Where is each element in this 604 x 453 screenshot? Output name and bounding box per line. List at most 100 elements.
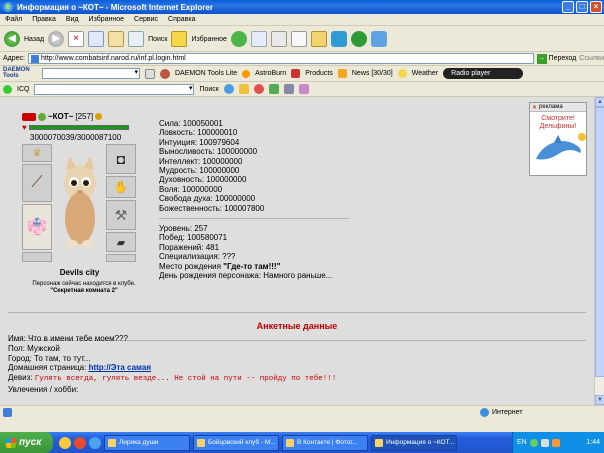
menu-file[interactable]: Файл — [5, 16, 22, 23]
minimize-button[interactable]: _ — [562, 1, 574, 13]
boots-icon: ▰ — [116, 236, 126, 249]
quick-launch-icon-3[interactable] — [89, 436, 101, 449]
home-icon[interactable] — [108, 31, 125, 47]
task-info-kot[interactable]: Информация о ~КОТ... — [371, 434, 457, 451]
menu-edit[interactable]: Правка — [32, 16, 56, 23]
daemon-search-combo[interactable] — [42, 68, 140, 79]
status-bar: Интернет — [0, 405, 604, 418]
hp-row: ♥ — [22, 123, 146, 132]
language-indicator[interactable]: EN — [517, 439, 527, 446]
slot-gloves[interactable]: ✋ — [106, 176, 136, 198]
favorites-icon[interactable] — [171, 31, 188, 47]
scroll-down-icon[interactable]: ▼ — [595, 395, 604, 405]
icq-extra-icon[interactable] — [298, 84, 309, 94]
birthplace-value: "Где-то там!!!" — [223, 261, 281, 271]
tray-icon-2[interactable] — [540, 438, 549, 447]
address-input[interactable]: http://www.combatsinf.narod.ru/inf.pl.lo… — [27, 53, 534, 64]
robe-icon: 👘 — [27, 219, 47, 236]
quick-launch-icon-2[interactable] — [74, 436, 86, 449]
slot-shield[interactable]: ⚒ — [106, 200, 136, 230]
start-label: пуск — [19, 437, 42, 448]
menu-view[interactable]: Вид — [66, 16, 79, 23]
task-vkontakte[interactable]: В Контакте | Фотог... — [282, 434, 368, 451]
menu-help[interactable]: Справка — [168, 16, 195, 23]
maximize-button[interactable]: □ — [576, 1, 588, 13]
icq-music-icon[interactable] — [283, 84, 294, 94]
taskbar: пуск Лирика души Бойцовский клуб - М... … — [0, 432, 604, 453]
icq-people-icon[interactable] — [223, 84, 234, 94]
menu-tools[interactable]: Сервис — [134, 16, 158, 23]
forward-icon[interactable]: ▶ — [48, 31, 65, 47]
task-combats[interactable]: Бойцовский клуб - М... — [193, 434, 279, 451]
slot-armor[interactable]: 👘 — [22, 204, 52, 250]
club-line-1: Персонаж сейчас находится в клубе. — [32, 281, 136, 287]
slot-weapon[interactable]: ⟋ — [22, 164, 52, 202]
clock: 1:44 — [586, 439, 600, 446]
tray-icon-3[interactable] — [551, 438, 560, 447]
icq-alert-icon[interactable] — [253, 84, 264, 94]
daemon-tools-lite-button[interactable]: DAEMON Tools Lite — [175, 70, 237, 77]
favorites-button[interactable]: Избранное — [191, 36, 226, 43]
stat-strength: Сила: 100050001 — [159, 119, 223, 128]
quick-launch-icon-1[interactable] — [59, 436, 71, 449]
homepage-link[interactable]: http://Эта самая — [89, 363, 151, 372]
radio-player[interactable]: Radio player — [443, 68, 524, 79]
tray-icon-1[interactable] — [529, 438, 538, 447]
vertical-scrollbar[interactable]: ▲ ▼ — [594, 97, 604, 405]
media-icon[interactable] — [230, 31, 247, 47]
refresh-icon[interactable] — [88, 31, 105, 47]
stop-icon[interactable]: × — [68, 31, 85, 47]
print-icon[interactable] — [270, 31, 287, 47]
search-button[interactable]: Поиск — [148, 36, 167, 43]
links-label[interactable]: Ссылки — [579, 55, 604, 62]
clover-icon[interactable] — [350, 31, 367, 47]
search-icon[interactable] — [128, 31, 145, 47]
globe-icon — [480, 408, 489, 417]
character-panel: ~КОТ~ [257] ♥ 3000070039/3000087100 ♛ ⟋ … — [22, 112, 146, 295]
daemon-icon — [160, 68, 170, 79]
go-button[interactable]: → Переход — [536, 53, 576, 64]
mail-icon[interactable] — [250, 31, 267, 47]
motto-text: Гулять всегда, гулять везде... Не стой н… — [34, 375, 337, 384]
icq-search-combo[interactable] — [34, 83, 195, 95]
icq-flower-icon — [3, 84, 12, 94]
icq-search-button[interactable]: Поиск — [199, 86, 218, 93]
stat-wisdom: Мудрость: 100000000 — [159, 166, 240, 176]
slot-earring[interactable]: ♛ — [22, 144, 52, 162]
stats-divider — [159, 218, 349, 220]
scroll-thumb[interactable] — [595, 107, 604, 377]
products-button[interactable]: Products — [305, 70, 333, 77]
info-wins: Побед: 100580071 — [159, 233, 228, 243]
slot-helmet[interactable]: ◘ — [106, 144, 136, 174]
weather-button[interactable]: Weather — [412, 70, 438, 77]
icq-mail-icon[interactable] — [238, 84, 249, 94]
task-lirika[interactable]: Лирика души — [104, 434, 190, 451]
ad-close-icon[interactable]: ✕ — [532, 104, 537, 111]
title-bar: e Информация о ~КОТ~ - Microsoft Interne… — [0, 0, 604, 14]
hp-bar — [28, 125, 129, 130]
slot-belt[interactable] — [106, 254, 136, 262]
quick-launch — [59, 436, 101, 449]
people-icon[interactable] — [370, 31, 387, 47]
info-losses: Поражений: 481 — [159, 242, 220, 252]
search-go-icon[interactable] — [145, 68, 155, 79]
back-button[interactable]: Назад — [24, 36, 44, 43]
slot-ring[interactable] — [22, 252, 52, 262]
icq-games-icon[interactable] — [268, 84, 279, 94]
icq-label[interactable]: ICQ — [17, 86, 29, 93]
messenger-icon[interactable] — [330, 31, 347, 47]
edit-icon[interactable] — [290, 31, 307, 47]
slot-boots[interactable]: ▰ — [106, 232, 136, 252]
start-button[interactable]: пуск — [0, 432, 53, 453]
ad-banner[interactable]: ✕ реклама Смотрите! Дельфины! — [529, 102, 587, 176]
system-tray: EN 1:44 — [512, 432, 604, 453]
ie-icon: e — [3, 2, 13, 12]
back-icon[interactable]: ◀ — [4, 31, 20, 47]
scroll-up-icon[interactable]: ▲ — [595, 97, 604, 107]
folder-icon[interactable] — [310, 31, 327, 47]
news-button[interactable]: News [30/30] — [352, 70, 393, 77]
close-button[interactable]: × — [590, 1, 602, 13]
astroburn-button[interactable]: AstroBurn — [255, 70, 286, 77]
menu-favorites[interactable]: Избранное — [89, 16, 124, 23]
info-icon[interactable] — [95, 113, 103, 120]
